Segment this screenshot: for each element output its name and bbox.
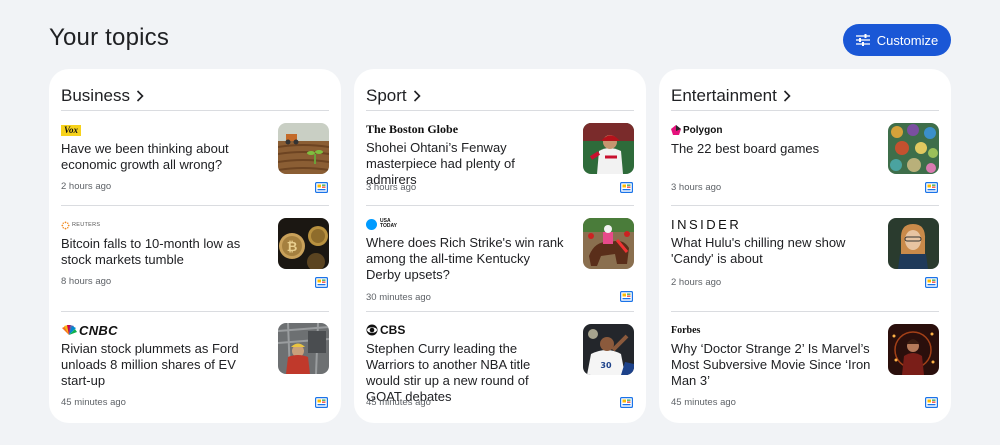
divider — [61, 311, 329, 312]
story-thumbnail-horse-race[interactable] — [583, 218, 634, 269]
full-coverage-icon[interactable] — [620, 182, 633, 193]
full-coverage-icon[interactable] — [620, 397, 633, 408]
svg-text:30: 30 — [600, 361, 612, 370]
story-thumbnail-basketball[interactable]: 30 — [583, 324, 634, 375]
source-logo-polygon: Polygon — [671, 123, 722, 137]
divider — [366, 205, 634, 206]
story-thumbnail-field-sprout[interactable] — [278, 123, 329, 174]
story-headline[interactable]: Rivian stock plummets as Ford unloads 8 … — [61, 341, 261, 389]
full-coverage-icon[interactable] — [315, 397, 328, 408]
source-logo-cbs: CBS — [366, 323, 405, 337]
divider — [671, 311, 939, 312]
story-time: 8 hours ago — [61, 276, 112, 287]
full-coverage-icon[interactable] — [620, 291, 633, 302]
story-headline[interactable]: Bitcoin falls to 10-month low as stock m… — [61, 236, 261, 268]
customize-label: Customize — [876, 32, 939, 48]
chevron-right-icon — [783, 90, 791, 102]
usa-today-dot-icon — [366, 218, 377, 230]
source-logo-vox: Vox — [61, 123, 82, 137]
story-thumbnail-baseball-player[interactable] — [583, 123, 634, 174]
story-headline[interactable]: Where does Rich Strike's win rank among … — [366, 235, 566, 283]
story-thumbnail-candy-show[interactable] — [888, 218, 939, 269]
full-coverage-icon[interactable] — [925, 277, 938, 288]
story-time: 2 hours ago — [671, 277, 722, 288]
topic-card-business: Business Vox Have we been thinking about… — [49, 69, 341, 423]
divider — [671, 110, 939, 111]
story-time: 45 minutes ago — [671, 397, 736, 408]
divider — [61, 110, 329, 111]
source-logo-forbes: Forbes — [671, 324, 701, 336]
customize-button[interactable]: Customize — [843, 24, 951, 56]
topic-header-entertainment[interactable]: Entertainment — [671, 81, 939, 111]
full-coverage-icon[interactable] — [315, 182, 328, 193]
story-time: 3 hours ago — [366, 182, 417, 193]
topic-title: Entertainment — [671, 86, 777, 105]
divider — [366, 311, 634, 312]
story-headline[interactable]: Stephen Curry leading the Warriors to an… — [366, 341, 566, 405]
story-thumbnail-factory-worker[interactable] — [278, 323, 329, 374]
source-logo-boston-globe: The Boston Globe — [366, 121, 459, 136]
full-coverage-icon[interactable] — [315, 277, 328, 288]
reuters-logo-icon — [61, 220, 70, 230]
chevron-right-icon — [413, 90, 421, 102]
divider — [671, 205, 939, 206]
full-coverage-icon[interactable] — [925, 397, 938, 408]
cbs-eye-icon — [366, 324, 378, 336]
source-logo-usa-today: USA TODAY — [366, 217, 402, 231]
story-time: 2 hours ago — [61, 181, 112, 192]
topic-title: Sport — [366, 86, 407, 105]
polygon-logo-icon — [671, 125, 681, 135]
story-time: 30 minutes ago — [366, 292, 431, 303]
peacock-icon — [62, 324, 77, 335]
divider — [366, 110, 634, 111]
full-coverage-icon[interactable] — [925, 182, 938, 193]
story-headline[interactable]: Shohei Ohtani’s Fenway masterpiece had p… — [366, 140, 566, 188]
svg-text:₿: ₿ — [287, 240, 298, 255]
story-time: 45 minutes ago — [366, 397, 431, 408]
source-logo-insider: INSIDER — [671, 216, 742, 232]
story-time: 3 hours ago — [671, 182, 722, 193]
page-title: Your topics — [49, 24, 170, 51]
source-logo-reuters: REUTERS — [61, 218, 100, 232]
story-thumbnail-board-game[interactable] — [888, 123, 939, 174]
tune-icon — [855, 34, 870, 46]
topic-title: Business — [61, 86, 130, 105]
story-time: 45 minutes ago — [61, 397, 126, 408]
divider — [61, 205, 329, 206]
topic-header-business[interactable]: Business — [61, 81, 329, 111]
source-logo-cnbc: CNBC — [61, 323, 118, 338]
topic-card-sport: Sport The Boston Globe Shohei Ohtani’s F… — [354, 69, 646, 423]
topic-card-entertainment: Entertainment Polygon The 22 best board … — [659, 69, 951, 423]
story-headline[interactable]: What Hulu's chilling new show 'Candy' is… — [671, 235, 871, 267]
story-headline[interactable]: Why ‘Doctor Strange 2’ Is Marvel’s Most … — [671, 341, 871, 389]
topic-header-sport[interactable]: Sport — [366, 81, 634, 111]
chevron-right-icon — [136, 90, 144, 102]
story-thumbnail-doctor-strange[interactable] — [888, 324, 939, 375]
story-headline[interactable]: The 22 best board games — [671, 141, 871, 157]
story-thumbnail-bitcoin[interactable]: ₿ — [278, 218, 329, 269]
story-headline[interactable]: Have we been thinking about economic gro… — [61, 141, 261, 173]
